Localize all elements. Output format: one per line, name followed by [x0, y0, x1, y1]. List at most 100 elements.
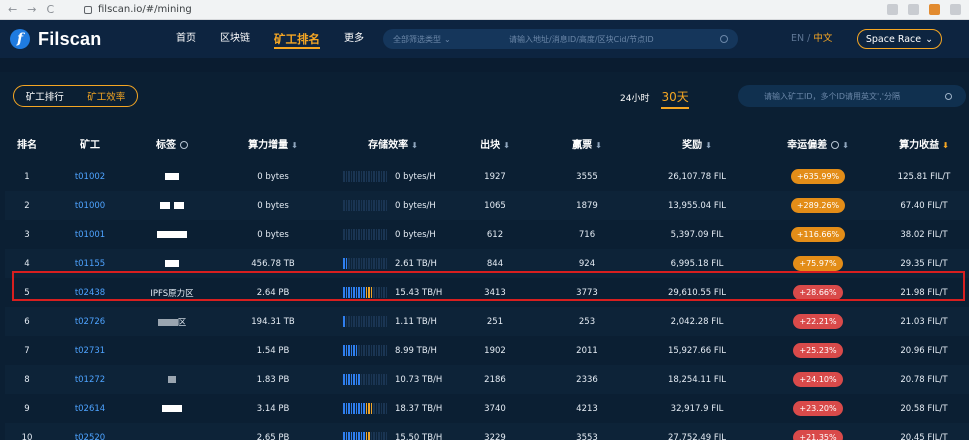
col-yield[interactable]: 算力收益 ⬇	[879, 136, 969, 151]
search-icon[interactable]	[720, 35, 728, 43]
cell-rank: 8	[24, 374, 30, 385]
table-header: 排名 矿工 标签 算力增量 ⬇ 存储效率 ⬇ 出块 ⬇ 赢票 ⬇ 奖励 ⬇ 幸运偏差 ⬇ 算…	[5, 124, 969, 162]
sort-icon[interactable]: ⬇	[705, 141, 712, 150]
range-30d[interactable]: 30天	[661, 88, 689, 109]
col-reward[interactable]: 奖励 ⬇	[637, 136, 757, 151]
efficiency-bar	[355, 287, 357, 298]
sort-icon[interactable]: ⬇	[942, 141, 949, 150]
cell-miner[interactable]: t02520	[49, 433, 131, 440]
search-icon[interactable]	[945, 92, 952, 100]
cell-tag	[131, 259, 213, 269]
cell-tag	[131, 230, 213, 240]
space-race-button[interactable]: Space Race ⌄	[857, 29, 942, 49]
efficiency-bar	[348, 345, 350, 356]
sort-icon[interactable]: ⬇	[595, 141, 602, 150]
sort-icon[interactable]: ⬇	[503, 141, 510, 150]
sort-icon[interactable]: ⬇	[411, 141, 418, 150]
efficiency-bar	[363, 258, 365, 269]
redacted-tag	[174, 201, 184, 209]
efficiency-bars	[343, 258, 387, 269]
efficiency-bar	[373, 403, 375, 414]
header-band	[0, 58, 969, 72]
efficiency-value: 8.99 TB/H	[395, 345, 437, 356]
cell-miner[interactable]: t01272	[49, 375, 131, 385]
efficiency-bar	[360, 345, 362, 356]
efficiency-bars	[343, 287, 387, 298]
address-bar[interactable]: filscan.io/#/mining	[84, 4, 192, 15]
global-search[interactable]: 全部筛选类型 ⌄ 请输入地址/消息ID/高度/区块Cid/节点ID	[383, 29, 738, 49]
cell-power-inc: 2.64 PB	[256, 287, 290, 298]
table-row[interactable]: 9 t02614 3.14 PB 18.37 TB/H 3740 4213 32,917.9…	[5, 394, 969, 423]
nav-blockchain[interactable]: 区块链	[208, 20, 262, 58]
efficiency-bars	[343, 345, 387, 356]
lang-zh[interactable]: 中文	[813, 33, 832, 44]
language-switch[interactable]: EN / 中文	[791, 20, 832, 58]
efficiency-bar	[378, 229, 380, 240]
col-wins[interactable]: 赢票 ⬇	[537, 136, 637, 151]
info-icon[interactable]	[831, 140, 840, 149]
efficiency-value: 2.61 TB/H	[395, 258, 437, 269]
efficiency-bar	[345, 403, 347, 414]
efficiency-bar	[360, 258, 362, 269]
luck-badge: +28.66%	[793, 285, 843, 300]
sort-icon[interactable]: ⬇	[842, 141, 849, 150]
forward-icon[interactable]: →	[27, 3, 36, 16]
cell-miner[interactable]: t01002	[49, 172, 131, 182]
cell-power-inc: 1.54 PB	[256, 345, 290, 356]
col-efficiency[interactable]: 存储效率 ⬇	[333, 136, 453, 151]
table-row[interactable]: 6 t02726 区 194.31 TB 1.11 TB/H 251 253 2,042.28…	[5, 307, 969, 336]
cell-miner[interactable]: t02726	[49, 317, 131, 327]
cell-luck: +116.66%	[757, 227, 879, 242]
table-row[interactable]: 4 t01155 456.78 TB 2.61 TB/H 844 924 6,995.18 …	[5, 249, 969, 278]
efficiency-value: 0 bytes/H	[395, 200, 436, 211]
cell-miner[interactable]: t01155	[49, 259, 131, 269]
efficiency-bars	[343, 316, 387, 327]
table-row[interactable]: 10 t02520 2.65 PB 15.50 TB/H 3229 3553 27,752.…	[5, 423, 969, 440]
cell-luck: +289.26%	[757, 198, 879, 213]
logo[interactable]: f Filscan	[10, 29, 150, 50]
efficiency-bar	[375, 316, 377, 327]
star-icon[interactable]	[908, 4, 919, 15]
translate-icon[interactable]	[887, 4, 898, 15]
nav-home[interactable]: 首页	[164, 20, 208, 58]
sort-icon[interactable]: ⬇	[291, 141, 298, 150]
extensions-icon[interactable]	[950, 4, 961, 15]
tab-miner-efficiency[interactable]: 矿工效率	[76, 89, 138, 103]
cell-reward: 32,917.9 FIL	[670, 403, 724, 414]
efficiency-bar	[348, 374, 350, 385]
efficiency-bar	[350, 374, 352, 385]
cell-miner[interactable]: t02614	[49, 404, 131, 414]
efficiency-bar	[363, 229, 365, 240]
efficiency-bars	[343, 432, 387, 440]
reload-icon[interactable]: C	[46, 3, 54, 16]
range-24h[interactable]: 24小时	[620, 91, 649, 104]
search-type-select[interactable]: 全部筛选类型 ⌄	[393, 34, 483, 45]
efficiency-bar	[355, 258, 357, 269]
tab-miner-ranking[interactable]: 矿工排行	[14, 89, 76, 103]
table-row[interactable]: 5 t02438 IPFS原力区 2.64 PB 15.43 TB/H 3413 3773 2…	[5, 278, 969, 307]
search-input[interactable]: 请输入地址/消息ID/高度/区块Cid/节点ID	[483, 34, 720, 45]
cell-miner[interactable]: t01001	[49, 230, 131, 240]
lang-en[interactable]: EN	[791, 33, 804, 44]
col-power-inc[interactable]: 算力增量 ⬇	[213, 136, 333, 151]
cell-miner[interactable]: t01000	[49, 201, 131, 211]
cell-miner[interactable]: t02438	[49, 288, 131, 298]
col-luck[interactable]: 幸运偏差 ⬇	[757, 136, 879, 151]
col-blocks[interactable]: 出块 ⬇	[453, 136, 537, 151]
table-row[interactable]: 2 t01000 0 bytes 0 bytes/H 1065 1879 13,955.04…	[5, 191, 969, 220]
nav-more[interactable]: 更多	[332, 20, 376, 58]
nav-miner-ranking[interactable]: 矿工排名	[262, 20, 332, 58]
info-icon[interactable]	[180, 140, 188, 149]
cell-miner[interactable]: t02731	[49, 346, 131, 356]
table-row[interactable]: 1 t01002 0 bytes 0 bytes/H 1927 3555 26,107.78…	[5, 162, 969, 191]
table-row[interactable]: 8 t01272 1.83 PB 10.73 TB/H 2186 2336 18,254.1…	[5, 365, 969, 394]
back-icon[interactable]: ←	[8, 3, 17, 16]
miner-search-input[interactable]: 请输入矿工ID，多个ID请用英文','分隔	[738, 85, 966, 107]
col-tag-label: 标签	[156, 139, 176, 151]
efficiency-bar	[343, 316, 345, 327]
metamask-icon[interactable]	[929, 4, 940, 15]
table-row[interactable]: 3 t01001 0 bytes 0 bytes/H 612 716 5,397.09 FI…	[5, 220, 969, 249]
efficiency-bar	[383, 229, 385, 240]
redacted-tag	[160, 201, 170, 209]
table-row[interactable]: 7 t02731 1.54 PB 8.99 TB/H 1902 2011 15,927.66…	[5, 336, 969, 365]
